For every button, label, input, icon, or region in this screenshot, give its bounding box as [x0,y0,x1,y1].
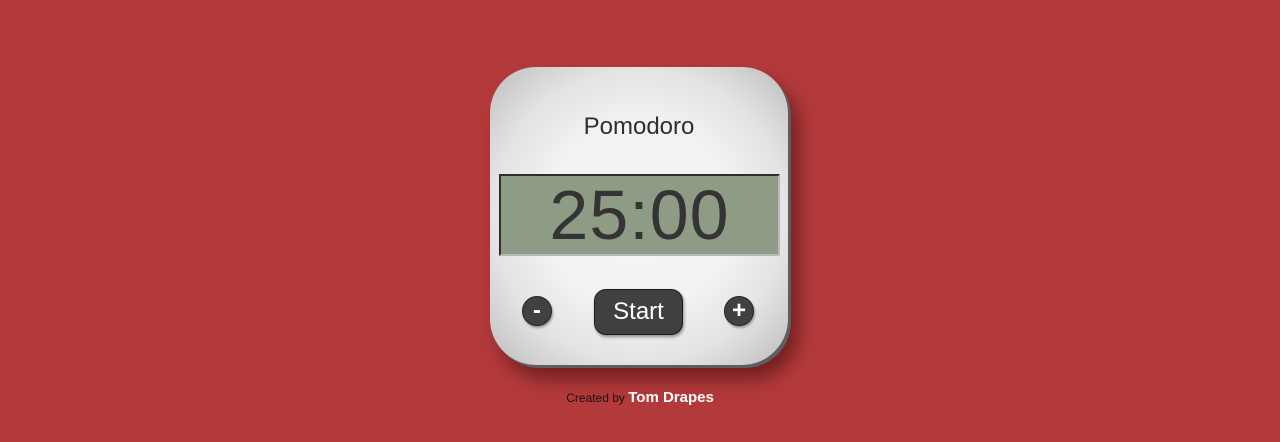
pomodoro-timer-device: Pomodoro 25:00 - Start + [490,67,788,365]
increase-time-button[interactable]: + [724,296,754,326]
credit-line: Created by Tom Drapes [0,389,1280,406]
author-link[interactable]: Tom Drapes [628,389,714,406]
timer-value: 25:00 [549,176,730,254]
decrease-time-button[interactable]: - [522,296,552,326]
timer-display: 25:00 [499,174,780,256]
app-title: Pomodoro [583,113,695,140]
start-button[interactable]: Start [594,289,683,335]
credit-prefix: Created by [566,391,625,405]
page: Pomodoro 25:00 - Start + Created by Tom … [0,0,1280,442]
